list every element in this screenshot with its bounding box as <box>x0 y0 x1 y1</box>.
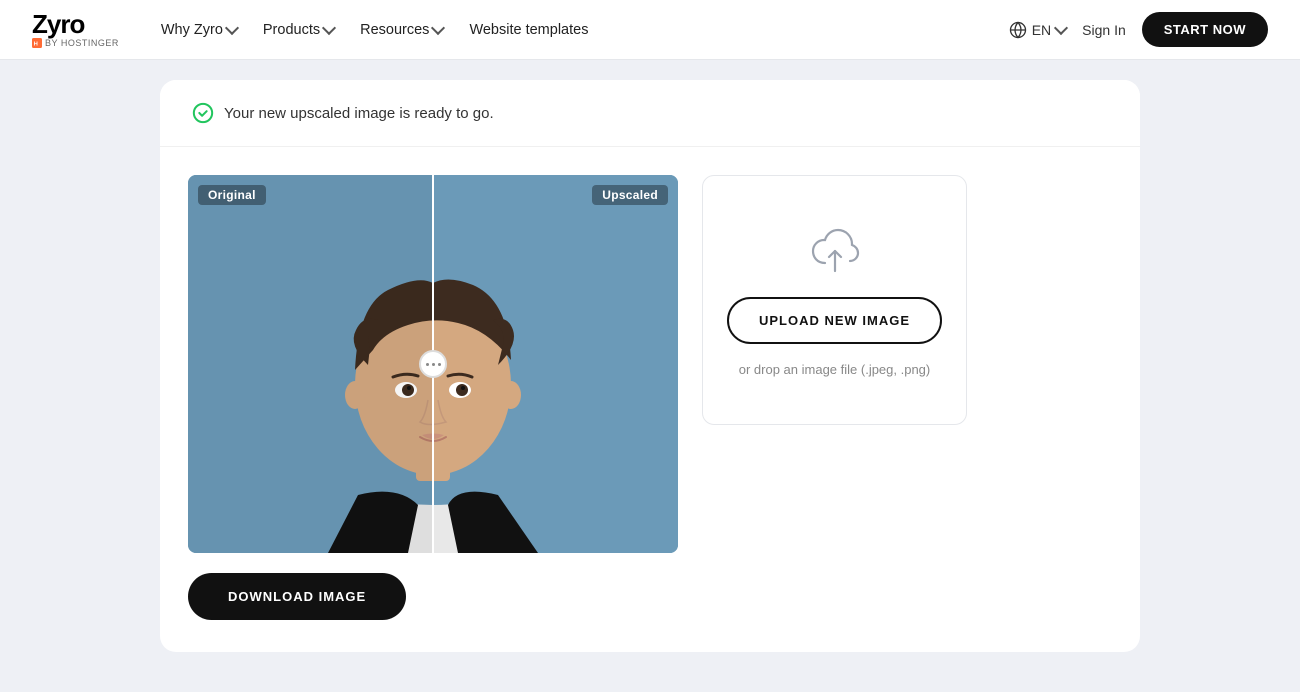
main-card: Your new upscaled image is ready to go. … <box>160 80 1140 652</box>
logo[interactable]: Zyro H BY HOSTINGER <box>32 11 119 48</box>
nav-why-zyro[interactable]: Why Zyro <box>151 16 247 44</box>
content-row: Original Upscaled <box>160 147 1140 553</box>
cloud-upload-icon <box>807 223 863 279</box>
logo-sub: H BY HOSTINGER <box>32 38 119 48</box>
chevron-down-icon <box>322 21 336 35</box>
nav-products[interactable]: Products <box>253 16 344 44</box>
comparison-handle[interactable] <box>419 350 447 378</box>
original-label: Original <box>198 185 266 205</box>
language-selector[interactable]: EN <box>1009 21 1066 39</box>
chevron-down-icon <box>225 21 239 35</box>
upscaled-label: Upscaled <box>592 185 668 205</box>
nav-right: EN Sign In START NOW <box>1009 12 1268 47</box>
logo-text: Zyro <box>32 11 119 37</box>
navbar: Zyro H BY HOSTINGER Why Zyro Products Re… <box>0 0 1300 60</box>
success-banner: Your new upscaled image is ready to go. <box>160 80 1140 147</box>
download-row: DOWNLOAD IMAGE <box>160 553 1140 620</box>
svg-text:H: H <box>34 42 39 48</box>
upload-panel: UPLOAD NEW IMAGE or drop an image file (… <box>702 175 967 425</box>
chevron-down-icon <box>431 21 445 35</box>
success-check-icon <box>192 102 214 124</box>
drop-text: or drop an image file (.jpeg, .png) <box>739 362 931 377</box>
signin-link[interactable]: Sign In <box>1082 22 1126 38</box>
download-image-button[interactable]: DOWNLOAD IMAGE <box>188 573 406 620</box>
nav-website-templates[interactable]: Website templates <box>459 16 598 44</box>
upload-new-image-button[interactable]: UPLOAD NEW IMAGE <box>727 297 942 344</box>
success-message: Your new upscaled image is ready to go. <box>224 105 494 122</box>
nav-resources[interactable]: Resources <box>350 16 453 44</box>
chevron-down-icon <box>1054 21 1068 35</box>
nav-links: Why Zyro Products Resources Website temp… <box>151 16 977 44</box>
image-comparison: Original Upscaled <box>188 175 678 553</box>
start-now-button[interactable]: START NOW <box>1142 12 1268 47</box>
page-content: Your new upscaled image is ready to go. … <box>0 60 1300 692</box>
globe-icon <box>1009 21 1027 39</box>
hostinger-icon: H <box>32 38 42 48</box>
